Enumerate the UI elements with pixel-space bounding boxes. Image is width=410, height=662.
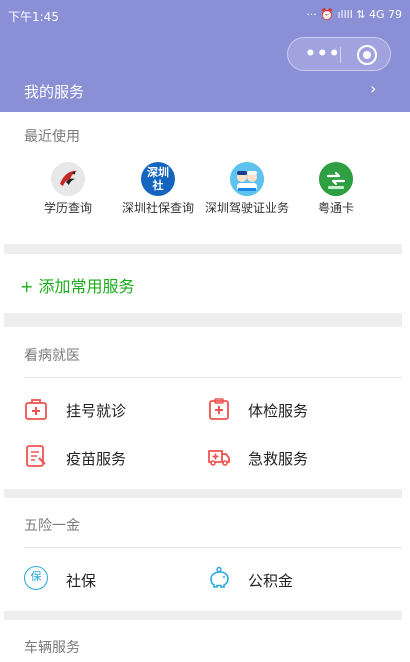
shenzhen-social-icon-text: 深圳社 [147, 166, 169, 192]
police-officers-icon [230, 162, 264, 196]
shenzhen-social-icon: 深圳社 [141, 162, 175, 196]
more-icon[interactable]: ••• [305, 45, 341, 63]
chevron-right-icon[interactable]: › [370, 79, 376, 98]
my-service-title[interactable]: 我的服务 [24, 81, 84, 102]
status-bar: 下午1:45 ··· ⏰ ıllll ⇅ 4G 79 [0, 0, 410, 30]
ambulance-icon [208, 450, 230, 466]
add-common-service-button[interactable]: + 添加常用服务 [20, 273, 135, 297]
social-security-icon: 保 [24, 566, 48, 590]
education-bird-icon [51, 162, 85, 196]
section-divider [4, 313, 402, 327]
mini-program-capsule: ••• [287, 37, 391, 71]
recent-section-title: 最近使用 [24, 129, 80, 145]
status-indicators: ··· ⏰ ıllll ⇅ 4G 79 [306, 8, 402, 21]
recent-item-driving-license[interactable]: 深圳驾驶证业务 [199, 162, 295, 216]
section-divider [4, 489, 402, 498]
service-label: 公积金 [248, 572, 294, 590]
recent-item-yuetong-card[interactable]: 粤通卡 [288, 162, 384, 216]
service-label: 急救服务 [248, 450, 309, 468]
section-divider [4, 611, 402, 620]
section-divider [4, 244, 402, 254]
service-label: 疫苗服务 [66, 450, 127, 468]
recent-item-label: 深圳社保查询 [121, 201, 194, 215]
recent-item-label: 粤通卡 [317, 201, 354, 215]
recent-item-label: 学历查询 [43, 201, 92, 215]
capsule-divider [340, 47, 341, 63]
service-label: 挂号就诊 [66, 402, 127, 420]
recent-item-shenzhen-social[interactable]: 深圳社 深圳社保查询 [110, 162, 206, 216]
close-target-icon[interactable] [357, 45, 377, 65]
insurance-section-title: 五险一金 [24, 518, 80, 534]
clipboard-medical-icon [209, 398, 229, 420]
medical-section-title: 看病就医 [24, 348, 80, 364]
status-time: 下午1:45 [8, 10, 59, 24]
prescription-icon [26, 445, 46, 467]
vehicle-section-title: 车辆服务 [24, 640, 80, 656]
recent-item-education[interactable]: 学历查询 [20, 162, 116, 216]
section-line [24, 547, 402, 548]
section-line [24, 377, 402, 378]
service-label: 体检服务 [248, 402, 309, 420]
service-label: 社保 [66, 572, 97, 590]
yuetong-card-icon [319, 162, 353, 196]
header-bar: 下午1:45 ··· ⏰ ıllll ⇅ 4G 79 ••• 我的服务 › [0, 0, 410, 112]
medical-kit-icon [25, 399, 47, 420]
recent-item-label: 深圳驾驶证业务 [204, 201, 289, 215]
social-security-icon-text: 保 [30, 570, 42, 583]
piggy-bank-icon [210, 566, 229, 588]
